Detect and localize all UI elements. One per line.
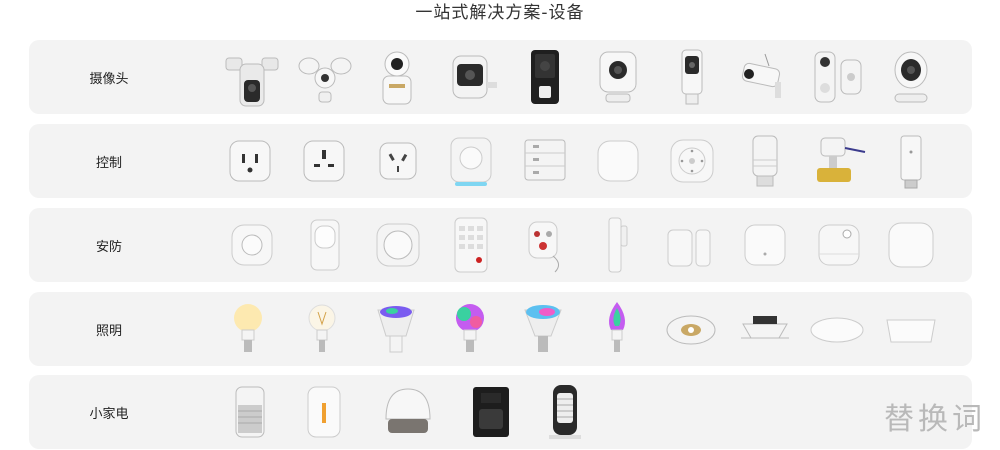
- gu10-rgb-bulb-icon[interactable]: [366, 298, 426, 360]
- indoor-slim-camera-icon[interactable]: [662, 46, 722, 108]
- category-row-lighting: 照明: [29, 292, 972, 366]
- dimmer-knob-icon[interactable]: [441, 130, 501, 192]
- category-label: 控制: [95, 155, 122, 171]
- floodlight-camera-icon[interactable]: [222, 46, 282, 108]
- category-row-appliances: 小家电: [29, 375, 972, 449]
- watermark: 替换词: [884, 402, 986, 437]
- page-title: 一站式解决方案-设备: [415, 3, 585, 23]
- video-doorbell-with-chime-icon[interactable]: [807, 46, 867, 108]
- keypad-icon[interactable]: [441, 214, 501, 276]
- category-row-security: 安防: [29, 208, 972, 282]
- smart-hub-icon[interactable]: [588, 130, 648, 192]
- coffee-maker-icon[interactable]: [461, 381, 521, 443]
- battery-outdoor-camera-icon[interactable]: [441, 46, 501, 108]
- category-label: 小家电: [89, 406, 129, 422]
- us-smart-plug-icon[interactable]: [220, 130, 280, 192]
- pan-tilt-camera-icon[interactable]: [367, 46, 427, 108]
- radiator-thermostat-valve-icon[interactable]: [735, 130, 795, 192]
- scene-switch-panel-icon[interactable]: [515, 130, 575, 192]
- category-label: 摄像头: [89, 71, 129, 87]
- water-valve-controller-icon[interactable]: [809, 130, 869, 192]
- au-smart-plug-icon[interactable]: [368, 130, 428, 192]
- gateway-hub-icon[interactable]: [735, 214, 795, 276]
- space-heater-icon[interactable]: [535, 381, 595, 443]
- pir-motion-sensor-icon[interactable]: [295, 214, 355, 276]
- candle-rgb-bulb-icon[interactable]: [587, 298, 647, 360]
- remote-button-icon[interactable]: [662, 130, 722, 192]
- category-row-controls: 控制: [29, 124, 972, 198]
- sensor-pad-icon[interactable]: [881, 214, 941, 276]
- water-leak-sensor-icon[interactable]: [809, 214, 869, 276]
- downlight-icon[interactable]: [735, 298, 795, 360]
- category-label: 安防: [95, 239, 122, 255]
- round-motion-sensor-icon[interactable]: [222, 214, 282, 276]
- floodlight-camera-white-icon[interactable]: [295, 46, 355, 108]
- usb-gateway-icon[interactable]: [881, 130, 941, 192]
- br30-rgb-bulb-icon[interactable]: [513, 298, 573, 360]
- smart-button-icon[interactable]: [368, 214, 428, 276]
- bullet-camera-icon[interactable]: [735, 46, 795, 108]
- category-label: 照明: [95, 323, 122, 339]
- page: 一站式解决方案-设备 摄像头 控制 安防 照明 小家电 替换词: [0, 0, 1000, 450]
- indoor-cube-camera-icon[interactable]: [588, 46, 648, 108]
- filament-bulb-icon[interactable]: [292, 298, 352, 360]
- panic-remote-icon[interactable]: [515, 214, 575, 276]
- humidifier-icon[interactable]: [294, 381, 354, 443]
- doorbell-camera-icon[interactable]: [515, 46, 575, 108]
- panel-light-icon[interactable]: [881, 298, 941, 360]
- category-row-cameras: 摄像头: [29, 40, 972, 114]
- aroma-diffuser-icon[interactable]: [378, 381, 438, 443]
- indoor-round-camera-icon[interactable]: [881, 46, 941, 108]
- a19-bulb-icon[interactable]: [218, 298, 278, 360]
- ceiling-light-icon[interactable]: [807, 298, 867, 360]
- rgb-bulb-icon[interactable]: [440, 298, 500, 360]
- door-window-sensor-icon[interactable]: [587, 214, 647, 276]
- uk-smart-plug-icon[interactable]: [294, 130, 354, 192]
- contact-sensor-icon[interactable]: [662, 214, 722, 276]
- recessed-spotlight-icon[interactable]: [661, 298, 721, 360]
- air-purifier-icon[interactable]: [220, 381, 280, 443]
